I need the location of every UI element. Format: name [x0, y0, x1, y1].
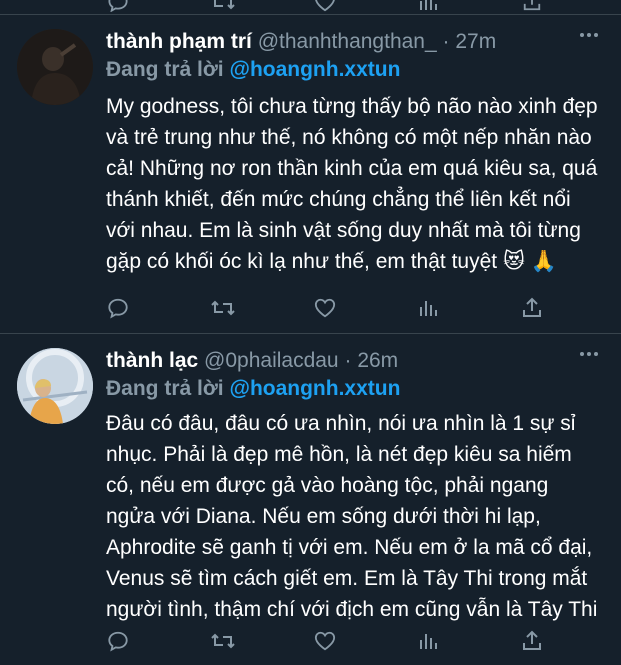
display-name[interactable]: thành lạc	[106, 349, 198, 372]
replying-to-handle[interactable]: @hoangnh.xxtun	[229, 377, 400, 400]
replying-to: Đang trả lời @hoangnh.xxtun	[106, 57, 400, 83]
retweet-icon[interactable]	[210, 297, 236, 319]
replying-to: Đang trả lời @hoangnh.xxtun	[106, 376, 400, 402]
retweet-icon[interactable]	[210, 0, 236, 12]
analytics-icon[interactable]	[418, 0, 438, 12]
reply-icon[interactable]	[107, 297, 129, 319]
heart-icon[interactable]	[314, 0, 336, 12]
tweet-header: thành lạc @0phailacdau · 26m	[106, 348, 398, 374]
heart-icon[interactable]	[314, 297, 336, 319]
avatar[interactable]	[17, 348, 93, 424]
share-icon[interactable]	[521, 0, 543, 12]
separator-dot: ·	[442, 30, 450, 53]
timestamp[interactable]: 26m	[357, 349, 398, 372]
reply-icon[interactable]	[107, 630, 129, 652]
share-icon[interactable]	[521, 630, 543, 652]
timestamp[interactable]: 27m	[455, 30, 496, 53]
retweet-icon[interactable]	[210, 630, 236, 652]
tweet-actions	[106, 630, 586, 658]
tweet-actions	[106, 297, 586, 325]
replying-to-label: Đang trả lời	[106, 377, 224, 400]
analytics-icon[interactable]	[418, 297, 438, 319]
reply-icon[interactable]	[107, 0, 129, 12]
divider	[0, 14, 621, 15]
heart-icon[interactable]	[314, 630, 336, 652]
avatar[interactable]	[17, 29, 93, 105]
tweet-header: thành phạm trí @thanhthangthan_ · 27m	[106, 29, 496, 55]
replying-to-handle[interactable]: @hoangnh.xxtun	[229, 58, 400, 81]
user-handle[interactable]: @0phailacdau	[204, 349, 339, 372]
replying-to-label: Đang trả lời	[106, 58, 224, 81]
analytics-icon[interactable]	[418, 630, 438, 652]
tweet-text: Đâu có đâu, đâu có ưa nhìn, nói ưa nhìn …	[106, 412, 598, 621]
separator-dot: ·	[344, 349, 352, 372]
divider	[0, 333, 621, 334]
previous-tweet-actions	[0, 0, 621, 14]
share-icon[interactable]	[521, 297, 543, 319]
display-name[interactable]: thành phạm trí	[106, 30, 252, 53]
more-dots-icon[interactable]	[579, 344, 599, 364]
more-dots-icon[interactable]	[579, 25, 599, 45]
tweet-text: My godness, tôi chưa từng thấy bộ não nà…	[106, 95, 598, 273]
user-handle[interactable]: @thanhthangthan_	[258, 30, 437, 53]
